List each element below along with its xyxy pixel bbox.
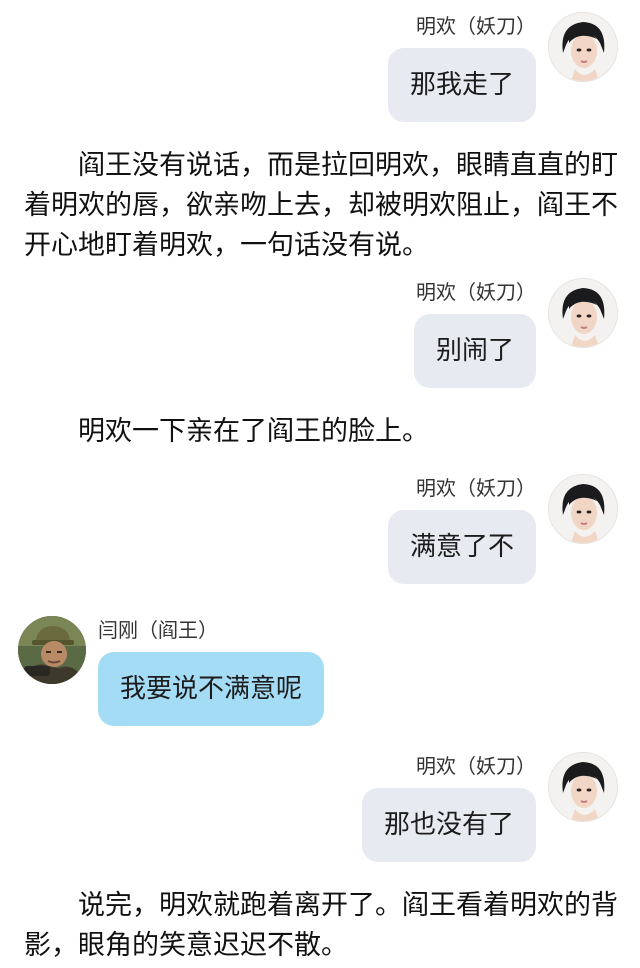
message-bubble[interactable]: 别闹了 [413,314,536,388]
girl-avatar[interactable] [548,12,618,82]
narration-text: 说完，明欢就跑着离开了。阎王看着明欢的背影，眼角的笑意迟迟不散。 [24,890,618,961]
message-bubble[interactable]: 那我走了 [387,48,536,122]
sender-name: 明欢（妖刀） [416,280,536,304]
narration-text: 明欢一下亲在了阎王的脸上。 [24,416,429,447]
sender-name: 明欢（妖刀） [416,476,536,500]
message-bubble[interactable]: 那也没有了 [361,788,536,862]
narration-text: 阎王没有说话，而是拉回明欢，眼睛直直的盯着明欢的唇，欲亲吻上去，却被明欢阻止，阎… [24,150,618,261]
sender-name: 闫刚（阎王） [98,618,218,642]
girl-avatar[interactable] [548,474,618,544]
sender-name: 明欢（妖刀） [416,14,536,38]
girl-avatar[interactable] [548,752,618,822]
chat-message: 明欢（妖刀） 那也没有了 [361,752,618,862]
message-bubble[interactable]: 我要说不满意呢 [98,652,325,726]
chat-message: 明欢（妖刀） 别闹了 [413,278,618,388]
man-avatar[interactable] [18,616,86,684]
chat-message: 闫刚（阎王） 我要说不满意呢 [18,616,325,726]
message-bubble[interactable]: 满意了不 [387,510,536,584]
chat-message: 明欢（妖刀） 满意了不 [387,474,618,584]
girl-avatar[interactable] [548,278,618,348]
chat-message: 明欢（妖刀） 那我走了 [387,12,618,122]
sender-name: 明欢（妖刀） [416,754,536,778]
